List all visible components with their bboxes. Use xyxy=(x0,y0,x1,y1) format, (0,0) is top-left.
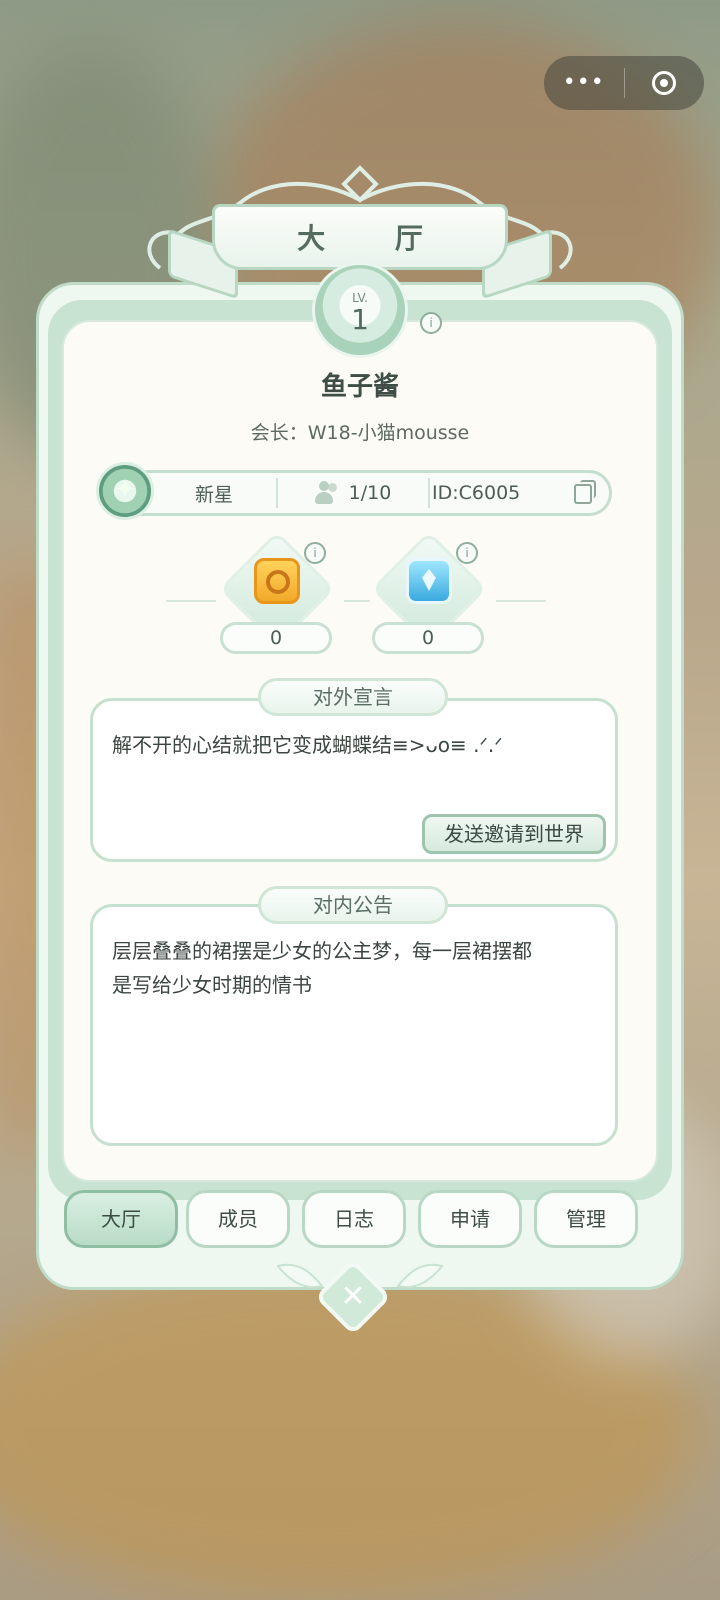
members-icon xyxy=(314,481,341,505)
tab-log[interactable]: 日志 xyxy=(302,1190,406,1248)
tab-manage[interactable]: 管理 xyxy=(534,1190,638,1248)
gold-count: 0 xyxy=(220,622,332,654)
send-invite-button[interactable]: 发送邀请到世界 xyxy=(422,814,606,854)
deco-line xyxy=(344,600,370,602)
crystal-info-icon[interactable]: i xyxy=(456,542,478,564)
guild-id: ID:C6005 xyxy=(432,482,521,504)
guild-name: 鱼子酱 xyxy=(320,372,399,402)
capsule-menu: ••• xyxy=(544,56,704,110)
guild-rank: 新星 xyxy=(194,483,233,506)
member-count-value: 1/10 xyxy=(348,482,392,504)
level-info-icon[interactable]: i xyxy=(420,312,442,334)
internal-announcement-line1: 层层叠叠的裙摆是少女的公主梦，每一层裙摆都 xyxy=(112,939,532,963)
external-declaration-title: 对外宣言 xyxy=(258,678,448,716)
tab-hall[interactable]: 大厅 xyxy=(64,1190,178,1248)
info-divider xyxy=(428,478,430,508)
rank-star-icon: ✦ xyxy=(96,462,154,520)
close-icon: ✕ xyxy=(340,1279,366,1314)
gold-coin-icon xyxy=(254,558,300,604)
tab-members[interactable]: 成员 xyxy=(186,1190,290,1248)
internal-announcement-title: 对内公告 xyxy=(258,886,448,924)
member-count: 1/10 xyxy=(280,470,426,516)
external-declaration-text: 解不开的心结就把它变成蝴蝶结≡>ᴗo≡ .ᐟ.ᐟ xyxy=(112,733,503,757)
level-value: 1 xyxy=(351,303,369,336)
deco-line xyxy=(496,600,546,602)
more-button[interactable]: ••• xyxy=(544,56,624,110)
target-icon xyxy=(652,71,677,95)
exit-button[interactable] xyxy=(625,56,705,110)
blue-crystal-icon xyxy=(406,558,452,604)
tab-applications[interactable]: 申请 xyxy=(418,1190,522,1248)
copy-icon[interactable] xyxy=(574,480,596,504)
gold-info-icon[interactable]: i xyxy=(304,542,326,564)
info-divider xyxy=(276,478,278,508)
guild-level-badge: LV. 1 xyxy=(312,262,408,358)
page-title: 大 厅 xyxy=(297,222,453,255)
guild-leader: 会长：W18-小猫mousse xyxy=(250,422,470,444)
crystal-count: 0 xyxy=(372,622,484,654)
more-dots-icon: ••• xyxy=(562,70,605,95)
title-ribbon: 大 厅 xyxy=(212,204,508,270)
deco-line xyxy=(166,600,216,602)
internal-announcement-line2: 是写给少女时期的情书 xyxy=(112,973,312,997)
